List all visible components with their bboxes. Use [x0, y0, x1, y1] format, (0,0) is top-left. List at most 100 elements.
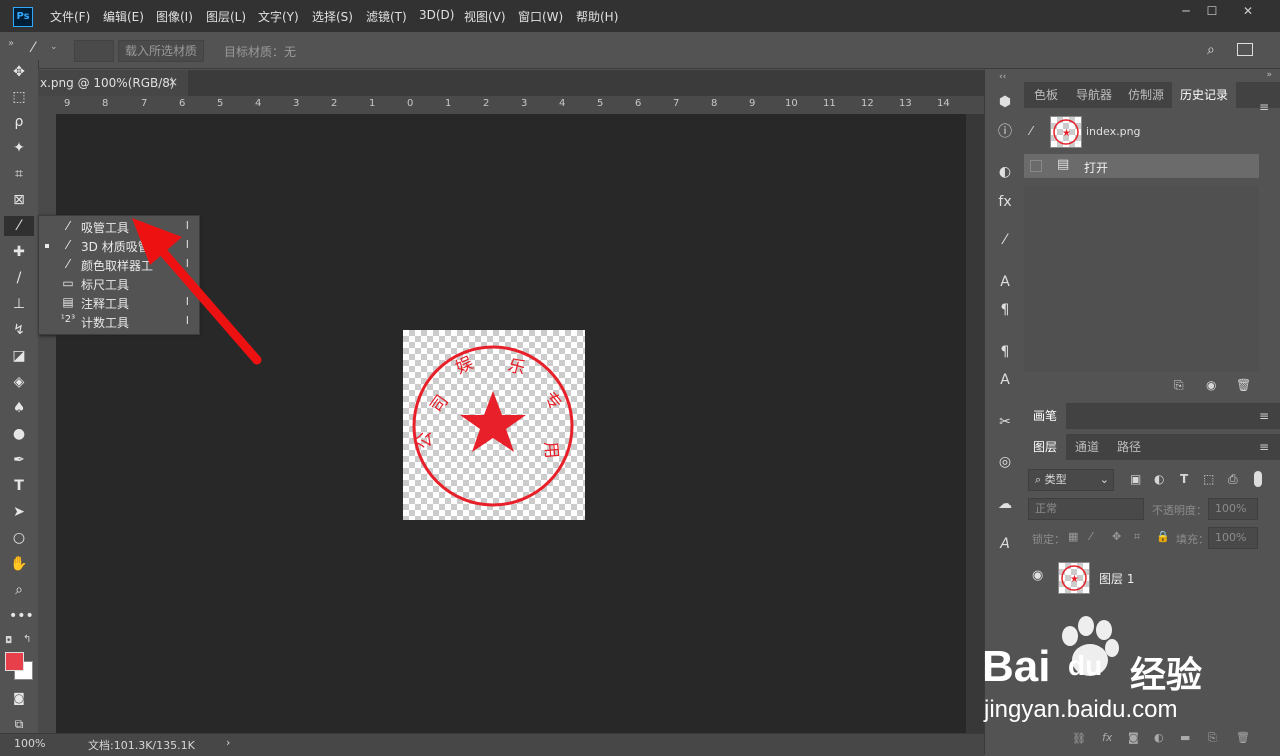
lock-all-icon[interactable]: 🔒	[1156, 530, 1170, 543]
properties-icon[interactable]: ◎	[995, 452, 1015, 472]
menu-view[interactable]: 视图(V)	[464, 8, 506, 25]
document-image[interactable]: 司 娱 乐 专 用 公	[403, 330, 585, 520]
default-colors-icon[interactable]: ◘	[5, 636, 12, 646]
history-brush-source-icon[interactable]: ⁄	[1030, 124, 1032, 138]
frame-icon[interactable]: ⊠	[9, 190, 29, 210]
new-document-from-state-icon[interactable]: ⎘	[1174, 378, 1184, 393]
fx-icon[interactable]: fx	[1102, 731, 1112, 744]
visibility-eye-icon[interactable]: ◉	[1032, 568, 1043, 583]
menu-select[interactable]: 选择(S)	[312, 8, 353, 25]
layer-row[interactable]: ◉ ★ 图层 1	[1024, 558, 1259, 598]
tab-swatches[interactable]: 色板	[1024, 82, 1068, 108]
minimize-icon[interactable]: ─	[1175, 4, 1197, 20]
panel-menu-icon[interactable]: ≡	[1258, 440, 1270, 454]
zoom-level[interactable]: 100%	[14, 737, 45, 750]
eraser-icon[interactable]: ◪	[9, 346, 29, 366]
filter-toggle[interactable]	[1254, 471, 1262, 487]
character-icon[interactable]: A	[995, 272, 1015, 292]
eyedropper-icon[interactable]: ⁄	[4, 216, 34, 236]
panel-menu-icon[interactable]: ≡	[1258, 100, 1270, 114]
ellipse-icon[interactable]: ○	[9, 528, 29, 548]
marquee-icon[interactable]: ⬚	[9, 87, 29, 107]
menu-help[interactable]: 帮助(H)	[576, 8, 618, 25]
lock-artboard-icon[interactable]: ⌗	[1134, 530, 1140, 544]
history-snapshot-name[interactable]: index.png	[1086, 125, 1141, 138]
filter-smart-object-icon[interactable]: ⎙	[1228, 472, 1238, 487]
paragraph-icon[interactable]: ¶	[995, 300, 1015, 320]
new-layer-icon[interactable]: ⎘	[1208, 731, 1217, 745]
link-layers-icon[interactable]: ⛓	[1072, 732, 1086, 745]
new-adjustment-icon[interactable]: ◐	[1154, 731, 1164, 744]
hand-icon[interactable]: ✋	[9, 554, 29, 574]
chevron-right-icon[interactable]: ›	[226, 736, 230, 749]
workspace-icon[interactable]	[1237, 43, 1253, 56]
menu-image[interactable]: 图像(I)	[156, 8, 193, 25]
lock-transparency-icon[interactable]: ▦	[1068, 530, 1078, 543]
blur-icon[interactable]: ♠	[9, 398, 29, 418]
opacity-input[interactable]: 100%	[1208, 498, 1258, 520]
menu-filter[interactable]: 滤镜(T)	[366, 8, 407, 25]
libraries-icon[interactable]: ☁	[995, 494, 1015, 514]
layer-name[interactable]: 图层 1	[1099, 570, 1134, 587]
layer-filter-select[interactable]: ⌕ 类型 ⌄	[1028, 469, 1114, 491]
menu-edit[interactable]: 编辑(E)	[103, 8, 144, 25]
tab-navigator[interactable]: 导航器	[1068, 82, 1120, 108]
paragraph-styles-icon[interactable]: ¶	[995, 342, 1015, 362]
styles-icon[interactable]: fx	[995, 192, 1015, 212]
info-icon[interactable]: ⓘ	[995, 122, 1015, 142]
more-tools-icon[interactable]: •••	[9, 606, 34, 626]
menu-type[interactable]: 文字(Y)	[258, 8, 299, 25]
history-brush-icon[interactable]: ↯	[9, 320, 29, 340]
history-step-row[interactable]: ▤ 打开	[1024, 154, 1259, 178]
blend-mode-select[interactable]: 正常	[1028, 498, 1144, 520]
pen-icon[interactable]: ✒	[9, 450, 29, 470]
menu-layer[interactable]: 图层(L)	[206, 8, 246, 25]
adjustments-icon[interactable]: ◐	[995, 162, 1015, 182]
search-icon[interactable]: ⌕	[1207, 42, 1215, 58]
clone-stamp-icon[interactable]: ⊥	[9, 294, 29, 314]
brush-settings-icon[interactable]: ⁄	[995, 230, 1015, 250]
collapse-icon[interactable]: »	[8, 38, 14, 49]
tab-channels[interactable]: 通道	[1066, 434, 1108, 460]
3d-icon[interactable]: ⬢	[995, 92, 1015, 112]
lock-position-icon[interactable]: ✥	[1112, 530, 1121, 543]
material-picker[interactable]	[74, 40, 114, 62]
type-icon[interactable]: T	[9, 476, 29, 496]
document-tab[interactable]: x.png @ 100%(RGB/8) ×	[38, 70, 188, 96]
tab-history[interactable]: 历史记录	[1172, 82, 1236, 108]
quick-mask-icon[interactable]: ◙	[9, 688, 29, 708]
close-icon[interactable]: ✕	[1237, 4, 1259, 20]
history-checkbox[interactable]	[1030, 160, 1042, 172]
delete-layer-icon[interactable]: 🗑	[1236, 731, 1250, 744]
tool-presets-icon[interactable]: ✂	[995, 412, 1015, 432]
lasso-icon[interactable]: ρ	[9, 112, 29, 132]
filter-pixel-icon[interactable]: ▣	[1130, 472, 1141, 486]
crop-icon[interactable]: ⌗	[9, 164, 29, 184]
tab-clone-source[interactable]: 仿制源	[1120, 82, 1172, 108]
tab-layers[interactable]: 图层	[1024, 434, 1066, 460]
swap-colors-icon[interactable]: ↰	[23, 634, 31, 645]
path-selection-icon[interactable]: ➤	[9, 502, 29, 522]
chevron-down-icon[interactable]: ⌄	[50, 42, 58, 52]
tab-paths[interactable]: 路径	[1108, 434, 1150, 460]
trash-icon[interactable]: 🗑	[1236, 378, 1251, 392]
menu-window[interactable]: 窗口(W)	[518, 8, 563, 25]
load-selected-material-button[interactable]: 载入所选材质	[118, 40, 205, 62]
paint-bucket-icon[interactable]: ◈	[9, 372, 29, 392]
magic-wand-icon[interactable]: ✦	[9, 138, 29, 158]
character-styles-icon[interactable]: A	[995, 370, 1015, 390]
healing-brush-icon[interactable]: ✚	[9, 242, 29, 262]
screen-mode-icon[interactable]: ⧉	[9, 714, 29, 734]
glyphs-icon[interactable]: A	[995, 534, 1015, 554]
collapse-panels-icon[interactable]: »	[1266, 70, 1272, 80]
menu-3d[interactable]: 3D(D)	[419, 8, 454, 22]
new-group-icon[interactable]: ▬	[1180, 731, 1190, 744]
menu-file[interactable]: 文件(F)	[50, 8, 90, 25]
brush-icon[interactable]: /	[9, 268, 29, 288]
eyedropper-preset-icon[interactable]: ⁄	[32, 40, 34, 56]
panel-menu-icon[interactable]: ≡	[1258, 409, 1270, 423]
canvas-area[interactable]: 司 娱 乐 专 用 公	[38, 114, 966, 734]
fill-input[interactable]: 100%	[1208, 527, 1258, 549]
history-snapshot-thumbnail[interactable]: ★	[1050, 116, 1082, 148]
dodge-icon[interactable]: ●	[9, 424, 29, 444]
